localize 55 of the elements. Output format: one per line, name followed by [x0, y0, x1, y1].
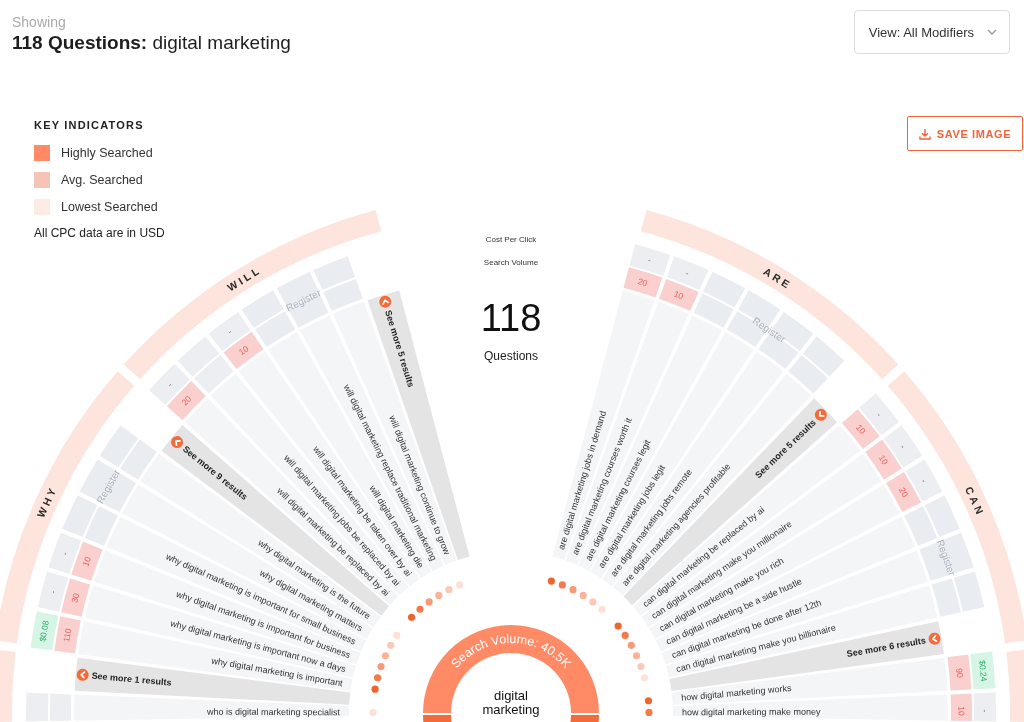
volume-cell: 110: [54, 616, 81, 654]
results-title: 118 Questions: digital marketing: [12, 31, 291, 55]
section-label: CAN: [963, 484, 988, 519]
legend-label: Highly Searched: [61, 145, 153, 161]
cpc-cell: -: [666, 256, 709, 291]
chevron-icon: [76, 668, 89, 681]
cpc-cell: [703, 271, 746, 308]
question-label: who is digital marketing specialist: [206, 706, 340, 718]
download-icon: [918, 127, 931, 140]
legend-title: KEY INDICATORS: [34, 118, 145, 132]
cpc-note: All CPC data are in USD: [34, 226, 165, 240]
cpc-cell: -: [48, 532, 82, 574]
cpc-cell: $0.24: [970, 651, 996, 690]
question-total-label: Questions: [484, 349, 538, 363]
cpc-cell: [241, 290, 284, 328]
volume-cell: 10: [71, 541, 103, 581]
see-more-link[interactable]: See more 5 results: [383, 308, 417, 389]
cpc-cell: -: [973, 692, 996, 722]
volume-cell: 90: [947, 654, 972, 691]
cpc-cell: [802, 336, 845, 377]
cpc-cell: -: [629, 244, 671, 276]
legend-label: Avg. Searched: [61, 172, 143, 188]
volume-cell: 10: [659, 278, 699, 312]
question-total: 118: [480, 297, 542, 339]
cpc-cell: [177, 336, 220, 377]
legend-label: Lowest Searched: [61, 199, 158, 215]
question-label: how digital marketing works: [680, 683, 792, 703]
see-more-link[interactable]: See more 1 results: [91, 670, 172, 688]
view-dropdown[interactable]: View: All Modifiers: [853, 10, 1010, 54]
volume-cell: [255, 311, 296, 348]
showing-label: Showing: [12, 13, 67, 31]
question-label: how digital marketing make money: [682, 706, 821, 718]
volume-cell: [693, 293, 734, 328]
volume-cell: [904, 506, 938, 546]
chevron-icon: [928, 632, 941, 645]
chevron-icon: [171, 436, 184, 449]
volume-ring-label: Search Volume: [483, 258, 539, 267]
chevron-icon: [379, 295, 392, 308]
cpc-cell: -: [37, 571, 69, 612]
volume-cell: 30: [61, 578, 91, 617]
cpc-cell: [924, 495, 960, 538]
volume-cell: [194, 355, 234, 394]
cpc-cell: [99, 425, 139, 468]
volume-cell: 10: [950, 693, 972, 722]
cpc-cell: [62, 495, 98, 538]
cpc-cell: [313, 256, 356, 291]
hub-keyword: digital marketing: [482, 688, 540, 717]
cpc-cell: $0.08: [30, 611, 59, 651]
see-more-link[interactable]: See more 6 results: [845, 635, 927, 659]
chevron-down-icon: [987, 29, 997, 35]
chevron-icon: [814, 408, 827, 421]
cpc-ring-label: Cost Per Click: [485, 234, 537, 244]
volume-cell: 20: [886, 471, 922, 513]
volume-cell: [84, 506, 118, 546]
volume-cell: 20: [623, 267, 663, 298]
